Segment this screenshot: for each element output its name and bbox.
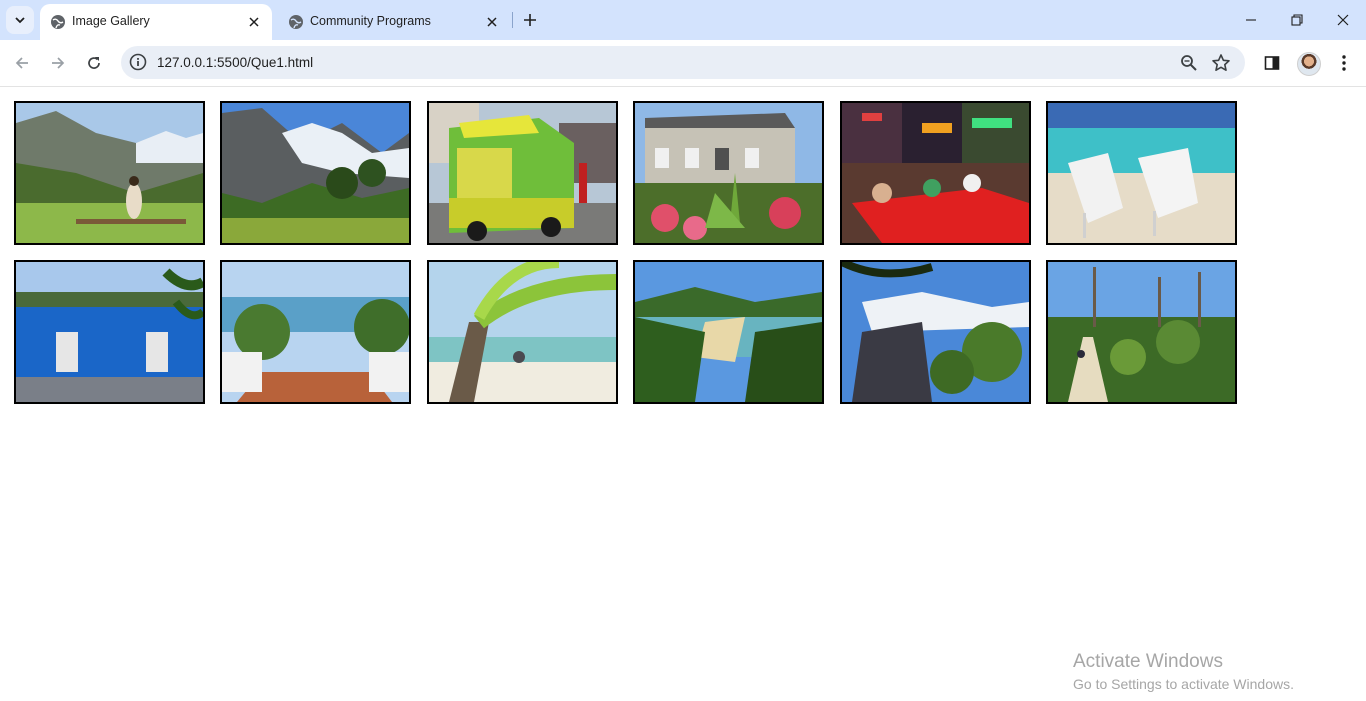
gallery-image-3[interactable] (427, 101, 618, 245)
tab-title: Community Programs (310, 14, 431, 28)
globe-icon (51, 15, 65, 29)
forward-button[interactable] (44, 49, 72, 77)
close-icon (487, 17, 497, 27)
arrow-right-icon (52, 57, 65, 69)
close-tab-button[interactable] (244, 12, 264, 32)
arrow-left-icon (15, 57, 28, 69)
close-tab-button[interactable] (482, 12, 502, 32)
tab-separator (512, 12, 513, 28)
url-text[interactable]: 127.0.0.1:5500/Que1.html (157, 55, 313, 70)
gallery-image-8[interactable] (220, 260, 411, 404)
browser-toolbar: 127.0.0.1:5500/Que1.html (0, 40, 1366, 87)
tab-image-gallery[interactable]: Image Gallery (40, 4, 272, 40)
profile-avatar[interactable] (1297, 52, 1321, 76)
minimize-button[interactable] (1228, 0, 1274, 40)
info-icon[interactable] (129, 53, 147, 71)
gallery-image-7[interactable] (14, 260, 205, 404)
back-button[interactable] (8, 49, 36, 77)
gallery-image-4[interactable] (633, 101, 824, 245)
tab-community-programs[interactable]: Community Programs (278, 4, 510, 40)
watermark-subtitle: Go to Settings to activate Windows. (1073, 676, 1294, 692)
tab-title: Image Gallery (72, 14, 150, 28)
close-icon (249, 17, 259, 27)
gallery-image-12[interactable] (1046, 260, 1237, 404)
menu-button[interactable] (1333, 52, 1355, 74)
reload-button[interactable] (80, 49, 108, 77)
chevron-down-icon (15, 17, 25, 24)
restore-button[interactable] (1274, 0, 1320, 40)
address-bar[interactable]: 127.0.0.1:5500/Que1.html (121, 46, 1245, 79)
tab-search-button[interactable] (6, 6, 34, 34)
side-panel-icon (1264, 56, 1280, 70)
gallery-image-6[interactable] (1046, 101, 1237, 245)
close-icon (1337, 14, 1349, 26)
bookmark-star-icon[interactable] (1211, 53, 1231, 73)
more-vert-icon (1342, 55, 1346, 71)
tab-strip: Image Gallery Community Programs (0, 0, 1366, 40)
plus-icon (524, 14, 536, 26)
close-window-button[interactable] (1320, 0, 1366, 40)
gallery-image-9[interactable] (427, 260, 618, 404)
minimize-icon (1246, 19, 1256, 21)
globe-icon (289, 15, 303, 29)
watermark-title: Activate Windows (1073, 651, 1223, 672)
restore-icon (1291, 14, 1303, 26)
gallery-image-2[interactable] (220, 101, 411, 245)
activate-windows-watermark: Activate Windows Go to Settings to activ… (1073, 651, 1294, 692)
zoom-icon[interactable] (1179, 53, 1199, 73)
gallery-image-5[interactable] (840, 101, 1031, 245)
new-tab-button[interactable] (518, 8, 542, 32)
gallery-image-1[interactable] (14, 101, 205, 245)
side-panel-button[interactable] (1261, 52, 1283, 74)
gallery-image-11[interactable] (840, 260, 1031, 404)
gallery-image-10[interactable] (633, 260, 824, 404)
reload-icon (88, 57, 100, 69)
